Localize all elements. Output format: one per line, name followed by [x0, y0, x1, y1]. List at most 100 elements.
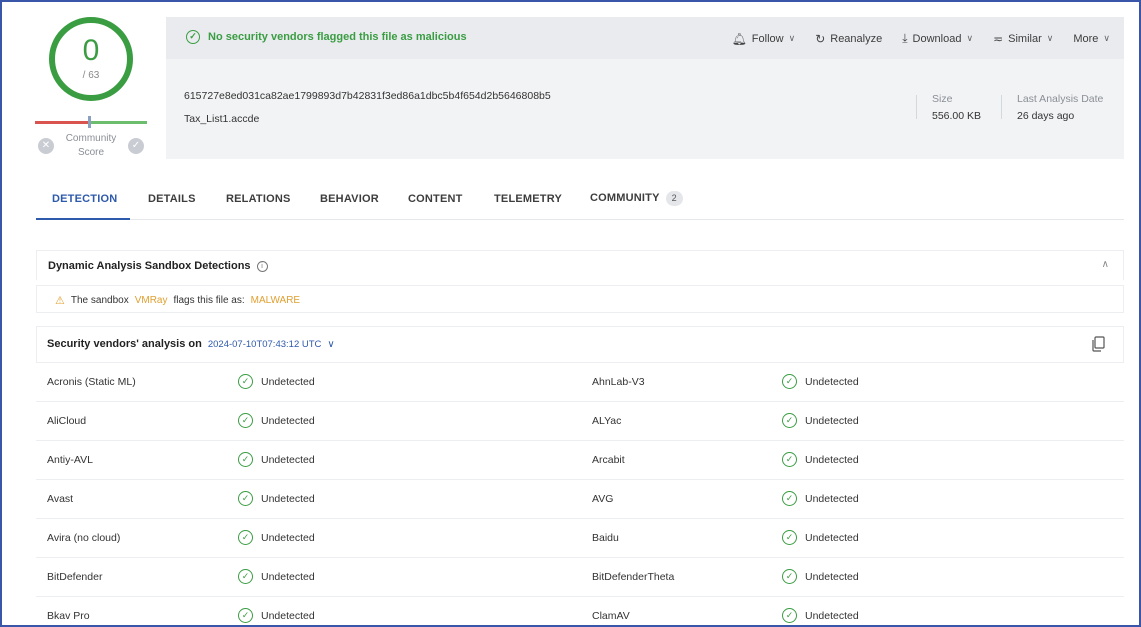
check-circle-icon: ✓ [238, 569, 253, 584]
download-icon: ⤓ [902, 31, 908, 45]
download-button[interactable]: ⤓ Download ∨ [902, 31, 973, 46]
tab-telemetry[interactable]: TELEMETRY [494, 193, 562, 205]
chevron-down-icon: ∨ [1103, 33, 1110, 43]
tab-relations[interactable]: RELATIONS [226, 193, 291, 205]
vendor-name: AliCloud [47, 415, 87, 427]
tab-detection[interactable]: DETECTION [52, 193, 117, 205]
check-circle-icon: ✓ [782, 530, 797, 545]
vendor-result-text: Undetected [805, 570, 859, 583]
vote-harmless-icon[interactable]: ✓ [128, 138, 144, 154]
sandbox-middle: flags this file as: [173, 295, 245, 306]
vendors-table: Acronis (Static ML) ✓ Undetected AhnLab-V3 ✓… [36, 362, 1124, 625]
vendor-result: ✓ Undetected [782, 569, 859, 584]
sandbox-prefix: The sandbox [70, 295, 129, 306]
chevron-down-icon: ∨ [788, 33, 796, 43]
check-circle-icon: ✓ [238, 452, 253, 467]
vendor-name: Avira (no cloud) [47, 532, 121, 544]
tab-behavior[interactable]: BEHAVIOR [320, 193, 379, 205]
vendors-title-text: Security vendors' analysis on [47, 338, 202, 350]
bell-icon: 🔔︎ [731, 31, 747, 46]
vendor-name: ClamAV [592, 610, 630, 622]
vendors-section-header: Security vendors' analysis on 2024-07-10… [36, 326, 1124, 362]
community-score-label: Community Score [58, 132, 124, 160]
tab-content[interactable]: CONTENT [408, 193, 463, 205]
analysis-date-selector[interactable]: 2024-07-10T07:43:12 UTC [208, 339, 322, 350]
community-label-line2: Score [77, 147, 105, 158]
similar-icon: ≂ [993, 31, 1004, 46]
sandbox-vendor-link[interactable]: VMRay [135, 295, 168, 306]
vendor-result: ✓ Undetected [782, 374, 859, 389]
verdict-bar: ✓ No security vendors flagged this file … [166, 17, 1124, 59]
vendor-result: ✓ Undetected [782, 530, 859, 545]
vendor-result-text: Undetected [805, 531, 859, 544]
vendor-result: ✓ Undetected [782, 413, 859, 428]
vendor-result: ✓ Undetected [782, 608, 859, 623]
vendor-result: ✓ Undetected [238, 452, 315, 467]
vendor-name: BitDefenderTheta [592, 571, 675, 583]
check-circle-icon: ✓ [782, 452, 797, 467]
vendors-section-title: Security vendors' analysis on 2024-07-10… [47, 338, 335, 350]
table-row: BitDefender ✓ Undetected BitDefenderTheta ✓ U… [36, 557, 1124, 596]
copy-icon[interactable] [1091, 336, 1105, 352]
more-label: More [1073, 32, 1099, 45]
sandbox-verdict: MALWARE [250, 295, 301, 306]
vendor-result: ✓ Undetected [238, 608, 315, 623]
check-circle-icon: ✓ [238, 608, 253, 623]
vendor-result-text: Undetected [805, 609, 859, 622]
meta-divider [1001, 95, 1002, 119]
info-icon[interactable]: i [256, 260, 268, 272]
sandbox-section-title: Dynamic Analysis Sandbox Detections i [48, 260, 268, 272]
refresh-icon: ↻ [815, 31, 826, 46]
sandbox-section-header[interactable]: Dynamic Analysis Sandbox Detections i ∧ [36, 250, 1124, 280]
vendor-result-text: Undetected [261, 453, 315, 466]
vendor-name: Acronis (Static ML) [47, 376, 136, 388]
report-tabs: DETECTION DETAILS RELATIONS BEHAVIOR CON… [36, 187, 1124, 220]
vendor-name: Antiy-AVL [47, 454, 93, 466]
reanalyze-label: Reanalyze [830, 32, 883, 45]
file-summary-panel: ✓ No security vendors flagged this file … [166, 17, 1124, 159]
vendor-result: ✓ Undetected [238, 530, 315, 545]
table-row: Avast ✓ Undetected AVG ✓ Undetected [36, 479, 1124, 518]
table-row: Acronis (Static ML) ✓ Undetected AhnLab-V3 ✓… [36, 362, 1124, 401]
active-tab-indicator [36, 218, 130, 220]
community-score-marker [88, 116, 91, 128]
check-circle-icon: ✓ [238, 491, 253, 506]
follow-button[interactable]: 🔔︎ Follow ∨ [732, 31, 796, 46]
vendor-name: Baidu [592, 532, 619, 544]
vote-malicious-icon[interactable]: ✕ [38, 138, 54, 154]
check-circle-icon: ✓ [782, 413, 797, 428]
file-hash[interactable]: 615727e8ed031ca82ae1799893d7b42831f3ed86… [184, 90, 551, 102]
warning-icon: ⚠ [55, 295, 65, 307]
verdict-banner: ✓ No security vendors flagged this file … [186, 30, 467, 44]
size-label: Size [932, 93, 953, 105]
follow-label: Follow [751, 32, 784, 45]
meta-divider [916, 95, 917, 119]
check-circle-icon: ✓ [782, 569, 797, 584]
vendor-result-text: Undetected [261, 375, 315, 388]
chevron-down-icon[interactable]: ∨ [327, 339, 334, 350]
detection-count: 0 [82, 34, 100, 67]
detection-score-widget: 0 / 63 ✕ Community Score ✓ [30, 12, 155, 162]
community-label-line1: Community [65, 133, 117, 144]
vendor-result-text: Undetected [261, 414, 315, 427]
vendor-result: ✓ Undetected [238, 374, 315, 389]
vendor-name: BitDefender [47, 571, 103, 583]
last-analysis-value: 26 days ago [1017, 110, 1075, 122]
vendor-result-text: Undetected [261, 531, 315, 544]
reanalyze-button[interactable]: ↻ Reanalyze [815, 31, 882, 46]
tab-community-label: COMMUNITY [590, 192, 660, 204]
similar-label: Similar [1008, 32, 1042, 45]
vendor-result: ✓ Undetected [782, 452, 859, 467]
table-row: Avira (no cloud) ✓ Undetected Baidu ✓ Undetec… [36, 518, 1124, 557]
more-button[interactable]: More ∨ [1073, 31, 1110, 46]
vendor-name: ALYac [592, 415, 622, 427]
tab-community[interactable]: COMMUNITY 2 [590, 191, 683, 206]
community-score-bar [35, 121, 147, 124]
sandbox-detection-row: ⚠ The sandbox VMRay flags this file as: … [36, 285, 1124, 313]
similar-button[interactable]: ≂ Similar ∨ [993, 31, 1053, 46]
action-toolbar: 🔔︎ Follow ∨ ↻ Reanalyze ⤓ Download ∨ ≂ S… [732, 31, 1110, 46]
tab-details[interactable]: DETAILS [148, 193, 196, 205]
chevron-up-icon[interactable]: ∧ [1102, 259, 1109, 270]
check-circle-icon: ✓ [782, 374, 797, 389]
chevron-down-icon: ∨ [966, 33, 974, 43]
